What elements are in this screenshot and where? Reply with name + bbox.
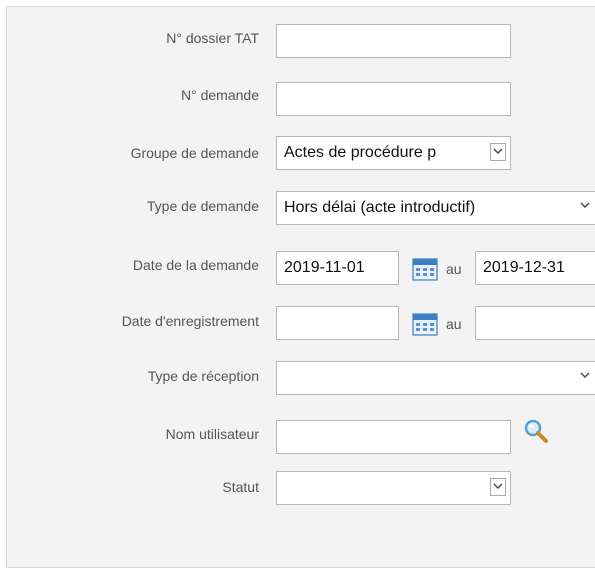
chevron-down-icon[interactable] <box>490 478 506 496</box>
date-enr-from-input[interactable] <box>276 306 399 340</box>
dossier-label: N° dossier TAT <box>166 30 259 46</box>
groupe-label: Groupe de demande <box>130 145 259 161</box>
date-demande-from-input[interactable]: 2019-11-01 <box>276 251 399 285</box>
type-select[interactable]: Hors délai (acte introductif) <box>276 191 595 225</box>
date-demande-label: Date de la demande <box>132 257 259 273</box>
search-form-panel: N° dossier TAT N° demande Groupe de dema… <box>6 6 595 568</box>
date-enr-sep: au <box>446 316 462 332</box>
groupe-select[interactable]: Actes de procédure p <box>276 136 511 170</box>
date-demande-to-input[interactable]: 2019-12-31 <box>475 251 595 285</box>
user-label: Nom utilisateur <box>165 426 259 442</box>
chevron-down-icon[interactable] <box>490 143 506 161</box>
groupe-select-value: Actes de procédure p <box>284 144 437 161</box>
type-select-value: Hors délai (acte introductif) <box>284 199 476 216</box>
date-enr-to-input[interactable] <box>475 306 595 340</box>
type-label: Type de demande <box>146 198 259 214</box>
statut-select[interactable] <box>276 471 511 505</box>
reception-select[interactable] <box>276 361 595 395</box>
chevron-down-icon[interactable] <box>577 198 593 216</box>
statut-label: Statut <box>222 479 259 495</box>
demande-input[interactable] <box>276 82 511 116</box>
date-enr-label: Date d'enregistrement <box>121 313 259 329</box>
date-demande-sep: au <box>446 261 462 277</box>
demande-label: N° demande <box>181 87 259 103</box>
reception-label: Type de réception <box>147 368 259 384</box>
calendar-icon[interactable] <box>412 257 438 281</box>
calendar-icon[interactable] <box>412 312 438 336</box>
magnifier-icon[interactable] <box>523 418 549 444</box>
user-input[interactable] <box>276 420 511 454</box>
dossier-input[interactable] <box>276 24 511 58</box>
chevron-down-icon[interactable] <box>577 368 593 386</box>
